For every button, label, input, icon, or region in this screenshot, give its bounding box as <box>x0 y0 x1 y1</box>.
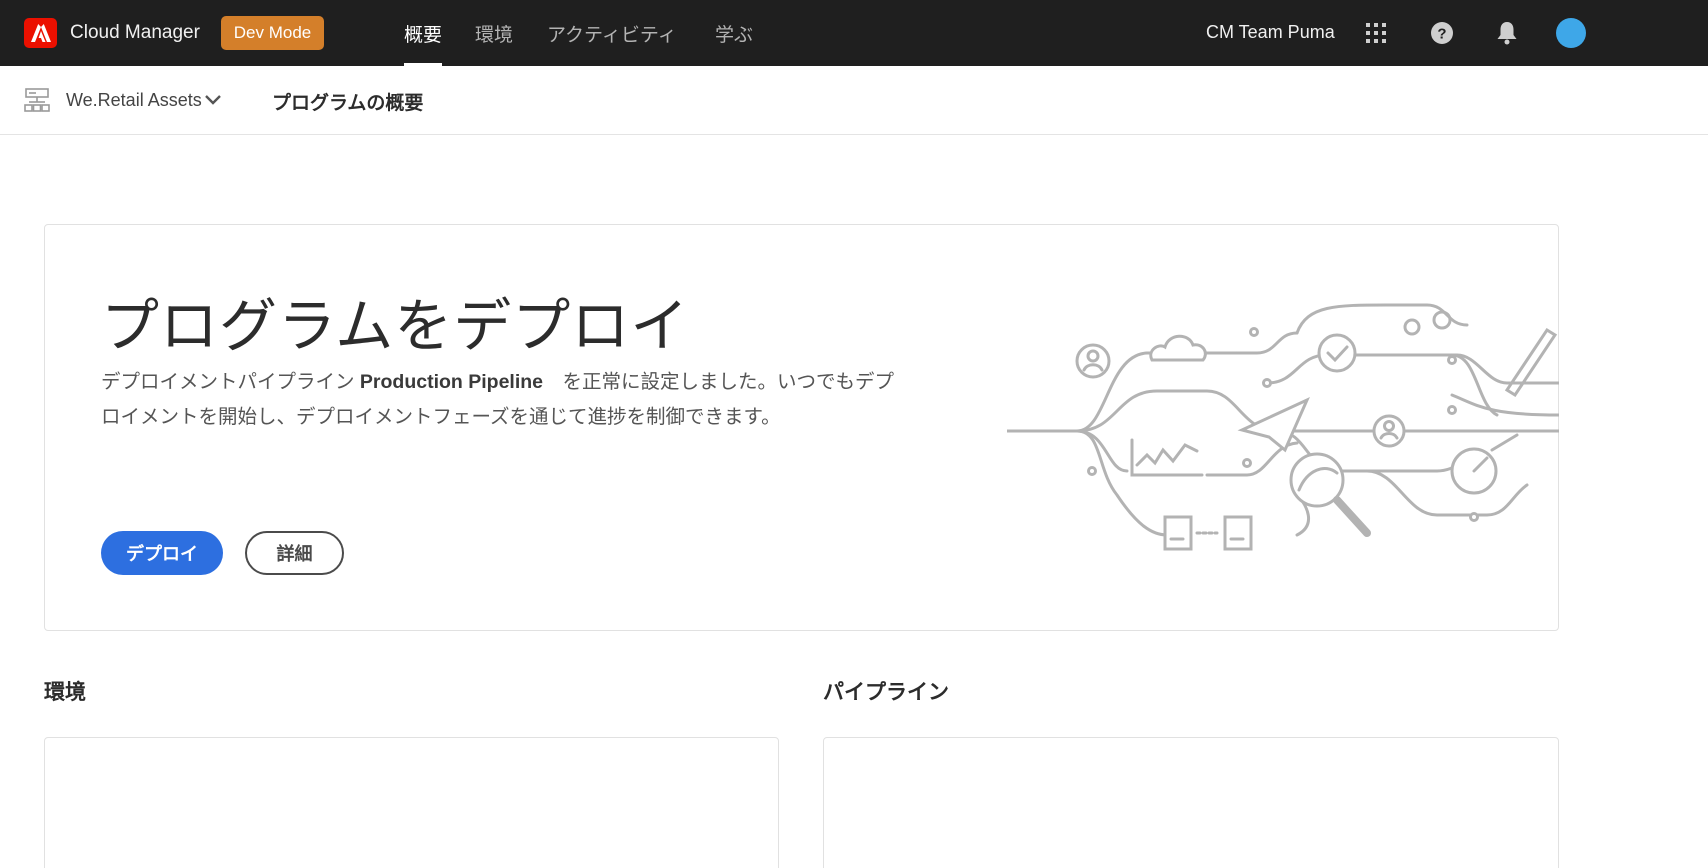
program-selector[interactable]: We.Retail Assets <box>66 90 202 111</box>
user-avatar[interactable] <box>1556 18 1586 48</box>
pipelines-card <box>823 737 1559 868</box>
chevron-down-icon[interactable] <box>204 93 222 111</box>
dev-mode-badge[interactable]: Dev Mode <box>221 16 324 50</box>
top-bar: Cloud Manager Dev Mode 概要 環境 アクティビティ 学ぶ … <box>0 0 1708 66</box>
hero-desc-prefix: デプロイメントパイプライン <box>101 371 360 393</box>
sub-header: We.Retail Assets プログラムの概要 <box>0 66 1708 135</box>
adobe-logo-icon[interactable] <box>24 18 57 48</box>
svg-text:?: ? <box>1437 26 1446 43</box>
tab-environments[interactable]: 環境 <box>475 20 513 66</box>
tab-learn[interactable]: 学ぶ <box>715 20 753 66</box>
deploy-button[interactable]: デプロイ <box>101 531 223 575</box>
bell-icon[interactable] <box>1494 20 1520 46</box>
tab-overview[interactable]: 概要 <box>404 20 443 66</box>
page-title: プログラムの概要 <box>272 93 424 114</box>
pipelines-section-title: パイプライン <box>823 681 949 704</box>
team-name[interactable]: CM Team Puma <box>1206 22 1335 43</box>
tab-activity[interactable]: アクティビティ <box>547 20 677 66</box>
environments-card <box>44 737 779 868</box>
program-icon <box>24 87 50 118</box>
app-title[interactable]: Cloud Manager <box>70 22 200 44</box>
deploy-program-card: プログラムをデプロイ デプロイメントパイプライン Production Pipe… <box>44 224 1561 631</box>
pipeline-illustration <box>1005 295 1561 570</box>
details-button[interactable]: 詳細 <box>245 531 344 575</box>
environments-section-title: 環境 <box>44 681 86 704</box>
apps-grid-icon[interactable] <box>1363 20 1389 46</box>
pipeline-name: Production Pipeline <box>359 371 544 393</box>
hero-title: プログラムをデプロイ <box>101 294 690 359</box>
help-icon[interactable]: ? <box>1429 20 1455 46</box>
hero-description: デプロイメントパイプライン Production Pipeline を正常に設定… <box>101 365 911 435</box>
